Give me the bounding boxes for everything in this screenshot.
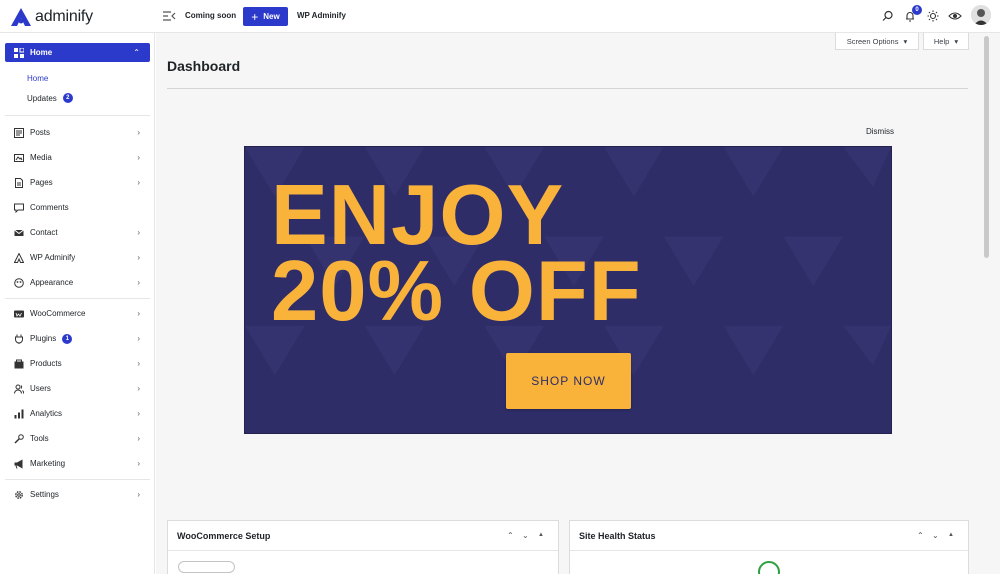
top-bar: adminify Coming soon + New WP Adminify 0 (0, 0, 1000, 33)
plugins-badge: 1 (62, 333, 73, 344)
sidebar-divider (5, 115, 150, 116)
submenu-item-updates[interactable]: Updates 2 (27, 93, 73, 103)
chevron-right-icon: › (137, 359, 140, 368)
site-name-link[interactable]: WP Adminify (297, 11, 346, 20)
sidebar-item-appearance[interactable]: Appearance › (5, 273, 150, 292)
health-status-ring (758, 561, 780, 574)
sun-icon[interactable] (926, 9, 940, 23)
collapse-menu-icon[interactable] (162, 9, 176, 23)
page-title: Dashboard (167, 58, 241, 74)
submenu-item-home[interactable]: Home (27, 74, 48, 83)
envelope-icon (14, 228, 24, 238)
chevron-right-icon: › (137, 409, 140, 418)
megaphone-icon (14, 459, 24, 469)
admin-sidebar: Home ⌃ Home Updates 2 Posts › Media › Pa… (0, 33, 155, 574)
sidebar-item-plugins[interactable]: Plugins 1 › (5, 329, 150, 348)
shop-now-button[interactable]: SHOP NOW (506, 353, 631, 409)
sidebar-item-media[interactable]: Media › (5, 148, 150, 167)
help-button[interactable]: Help ▾ (923, 33, 969, 50)
caret-down-icon: ▾ (903, 36, 908, 46)
sidebar-divider (5, 298, 150, 299)
chevron-right-icon: › (137, 309, 140, 318)
move-up-icon[interactable]: ⌃ (917, 531, 924, 540)
sidebar-item-wp-adminify[interactable]: WP Adminify › (5, 248, 150, 267)
pages-icon (14, 177, 24, 188)
chevron-right-icon: › (137, 490, 140, 499)
dismiss-link[interactable]: Dismiss (866, 127, 894, 136)
brand-name: adminify (35, 8, 93, 25)
sidebar-item-pages[interactable]: Pages › (5, 173, 150, 192)
sidebar-item-tools[interactable]: Tools › (5, 429, 150, 448)
chevron-right-icon: › (137, 153, 140, 162)
chevron-right-icon: › (137, 253, 140, 262)
updates-badge: 2 (62, 93, 73, 103)
panel-title: WooCommerce Setup (177, 531, 271, 541)
chevron-right-icon: › (137, 178, 140, 187)
dashboard-icon (14, 47, 24, 58)
sidebar-item-users[interactable]: Users › (5, 379, 150, 398)
notification-badge: 0 (912, 5, 922, 15)
screen-options-button[interactable]: Screen Options ▾ (835, 33, 919, 50)
adminify-icon (14, 252, 24, 263)
new-button[interactable]: + New (243, 7, 288, 26)
panel-header: Site Health Status ⌃ ⌄ ▲ (570, 521, 968, 551)
move-down-icon[interactable]: ⌄ (932, 531, 939, 540)
sidebar-item-contact[interactable]: Contact › (5, 223, 150, 242)
wrench-icon (14, 433, 24, 444)
site-health-panel: Site Health Status ⌃ ⌄ ▲ (569, 520, 969, 574)
panel-header: WooCommerce Setup ⌃ ⌄ ▲ (168, 521, 558, 551)
panel-progress-pill (178, 561, 235, 573)
chevron-right-icon: › (137, 384, 140, 393)
sidebar-item-woocommerce[interactable]: WooCommerce › (5, 304, 150, 323)
posts-icon (14, 127, 24, 138)
panel-title: Site Health Status (579, 531, 656, 541)
banner-headline-line2: 20% OFF (271, 244, 642, 339)
sidebar-item-home[interactable]: Home ⌃ (5, 43, 150, 62)
adminify-logo-icon (11, 8, 31, 26)
chevron-right-icon: › (137, 228, 140, 237)
plus-icon: + (251, 9, 259, 24)
user-avatar[interactable] (971, 5, 991, 25)
chevron-right-icon: › (137, 434, 140, 443)
woocommerce-icon (14, 309, 24, 319)
chevron-right-icon: › (137, 128, 140, 137)
sidebar-item-products[interactable]: Products › (5, 354, 150, 373)
bar-chart-icon (14, 409, 24, 419)
sidebar-item-posts[interactable]: Posts › (5, 123, 150, 142)
appearance-icon (14, 277, 24, 288)
sidebar-item-label: Home (30, 48, 53, 57)
new-button-label: New (263, 12, 280, 21)
toggle-panel-icon[interactable]: ▲ (948, 532, 954, 538)
sidebar-item-settings[interactable]: Settings › (5, 485, 150, 504)
chevron-right-icon: › (137, 334, 140, 343)
eye-icon[interactable] (948, 9, 962, 23)
chevron-right-icon: › (137, 278, 140, 287)
media-icon (14, 153, 24, 163)
woocommerce-setup-panel: WooCommerce Setup ⌃ ⌄ ▲ (167, 520, 559, 574)
title-divider (167, 88, 968, 89)
sidebar-divider (5, 479, 150, 480)
avatar-image-icon (971, 5, 991, 25)
brand-logo[interactable]: adminify (10, 6, 93, 28)
gear-icon (14, 490, 24, 500)
scrollbar[interactable] (984, 36, 989, 258)
coming-soon-link[interactable]: Coming soon (185, 11, 236, 20)
sidebar-item-comments[interactable]: Comments (5, 198, 150, 217)
sidebar-item-analytics[interactable]: Analytics › (5, 404, 150, 423)
comments-icon (14, 203, 24, 213)
chevron-up-icon: ⌃ (133, 48, 140, 57)
users-icon (14, 384, 24, 394)
search-icon[interactable] (881, 9, 895, 23)
move-down-icon[interactable]: ⌄ (522, 531, 529, 540)
plugin-icon (14, 334, 24, 344)
toggle-panel-icon[interactable]: ▲ (538, 532, 544, 538)
chevron-right-icon: › (137, 459, 140, 468)
promo-banner[interactable]: ENJOY 20% OFF SHOP NOW (244, 146, 892, 434)
products-icon (14, 359, 24, 369)
sidebar-item-marketing[interactable]: Marketing › (5, 454, 150, 473)
move-up-icon[interactable]: ⌃ (507, 531, 514, 540)
caret-down-icon: ▾ (954, 36, 959, 46)
